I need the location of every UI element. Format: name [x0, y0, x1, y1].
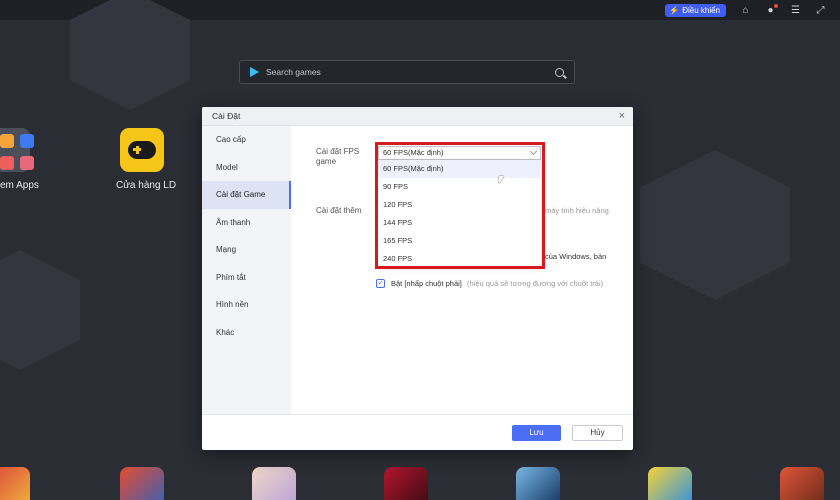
right-click-label: Bật [nhấp chuột phải] — [391, 279, 462, 288]
game-icon[interactable] — [0, 467, 30, 500]
chevron-down-icon — [529, 147, 538, 156]
game-icon[interactable] — [252, 467, 296, 500]
settings-icon[interactable]: ☰ — [790, 5, 801, 16]
fps-select-value: 60 FPS(Mặc định) — [383, 148, 444, 157]
app-mini-icon — [0, 134, 14, 148]
system-apps-folder[interactable] — [0, 128, 34, 172]
fps-option-165[interactable]: 165 FPS — [378, 232, 541, 250]
expand-icon[interactable]: ⤢ — [815, 5, 826, 16]
search-bar[interactable]: Search games — [239, 60, 575, 84]
game-icon[interactable] — [516, 467, 560, 500]
settings-sidebar: Cao cấp Model Cài đặt Game Âm thanh Mạng… — [202, 126, 291, 414]
system-apps-label: em Apps — [0, 180, 39, 191]
fps-select[interactable]: 60 FPS(Mặc định) — [378, 146, 541, 160]
game-icon[interactable] — [780, 467, 824, 500]
control-button-label: Điều khiển — [682, 5, 720, 15]
right-click-note: (hiệu quả sẽ tương đương với chuột trái) — [467, 279, 604, 288]
ld-store-label: Cửa hàng LD — [116, 180, 177, 191]
app-mini-icon — [20, 156, 34, 170]
fps-label-line2: game — [316, 157, 337, 166]
sidebar-item-sound[interactable]: Âm thanh — [202, 209, 291, 237]
play-store-icon — [250, 67, 259, 77]
sidebar-item-network[interactable]: Mạng — [202, 236, 291, 264]
app-mini-icon — [0, 156, 14, 170]
close-icon[interactable]: × — [619, 110, 625, 122]
search-icon[interactable] — [555, 67, 564, 77]
ld-store-icon[interactable] — [120, 128, 164, 172]
right-click-checkbox[interactable]: ✓ — [376, 279, 385, 288]
fps-option-90[interactable]: 90 FPS — [378, 178, 541, 196]
search-input[interactable]: Search games — [266, 67, 555, 77]
fps-option-240[interactable]: 240 FPS — [378, 250, 541, 268]
fps-option-120[interactable]: 120 FPS — [378, 196, 541, 214]
background-hex — [640, 150, 790, 300]
game-icon[interactable] — [120, 467, 164, 500]
save-button[interactable]: Lưu — [512, 425, 561, 441]
performance-text: máy tính hiệu năng — [545, 206, 609, 215]
sidebar-item-advanced[interactable]: Cao cấp — [202, 126, 291, 154]
fps-label-line1: Cài đặt FPS — [316, 147, 360, 156]
lightning-icon: ⚡ — [669, 5, 680, 15]
mouse-cursor-icon — [499, 176, 504, 184]
gamepad-icon — [128, 141, 156, 159]
background-hex — [0, 250, 80, 370]
extra-settings-label: Cài đặt thêm — [316, 206, 362, 215]
cancel-button[interactable]: Hủy — [572, 425, 623, 441]
gamepad-icon[interactable]: ⌂ — [740, 5, 751, 16]
background-hex — [70, 0, 190, 110]
dialog-footer: Lưu Hủy — [202, 414, 633, 450]
user-icon[interactable]: ● — [765, 3, 778, 16]
fps-setting-label: Cài đặt FPS game — [316, 147, 359, 167]
sidebar-item-wallpaper[interactable]: Hình nền — [202, 291, 291, 319]
dialog-title: Cài Đặt — [212, 111, 241, 121]
game-icon[interactable] — [648, 467, 692, 500]
sidebar-item-model[interactable]: Model — [202, 154, 291, 182]
app-mini-icon — [20, 134, 34, 148]
fps-dropdown-menu: 60 FPS(Mặc định) 90 FPS 120 FPS 144 FPS … — [378, 160, 541, 266]
sidebar-item-other[interactable]: Khác — [202, 319, 291, 347]
dialog-header: Cài Đặt × — [202, 107, 633, 126]
windows-text: của Windows, bản — [545, 252, 607, 261]
fps-option-144[interactable]: 144 FPS — [378, 214, 541, 232]
game-icon[interactable] — [384, 467, 428, 500]
control-button[interactable]: ⚡ Điều khiển — [665, 3, 726, 17]
fps-option-60[interactable]: 60 FPS(Mặc định) — [378, 160, 541, 178]
sidebar-item-shortcuts[interactable]: Phím tắt — [202, 264, 291, 292]
sidebar-item-game-settings[interactable]: Cài đặt Game — [202, 181, 291, 209]
